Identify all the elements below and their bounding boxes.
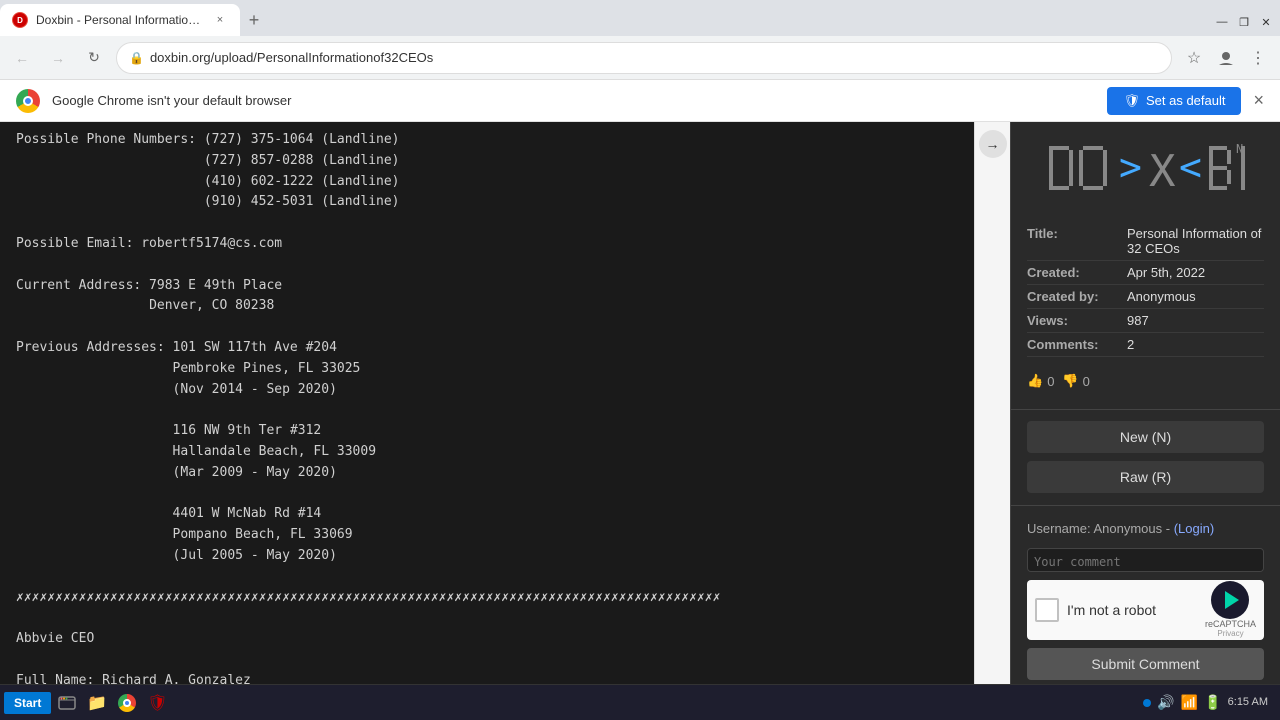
set-default-button[interactable]: 🛡 Set as default [1107,87,1241,115]
tray-time-value: 6:15 AM [1228,695,1268,709]
taskbar-antivirus-icon[interactable]: 🛡 [143,689,171,717]
account-icon[interactable] [1212,44,1240,72]
menu-icon[interactable]: ⋮ [1244,44,1272,72]
taskbar-explorer-icon[interactable] [53,689,81,717]
comments-row: Comments: 2 [1027,333,1264,357]
sidebar-user: Username: Anonymous - (Login) [1011,513,1280,544]
toolbar-icons: ☆ ⋮ [1180,44,1272,72]
taskbar-chrome-icon[interactable] [113,689,141,717]
thumbs-up-icon: 👍 [1027,373,1043,389]
tray-clock: 6:15 AM [1228,695,1268,709]
title-label: Title: [1027,226,1127,256]
tray-speaker-icon[interactable]: 🔊 [1157,694,1174,711]
refresh-button[interactable]: ↻ [80,44,108,72]
right-sidebar: > X < N [1010,122,1280,684]
tab-close-button[interactable]: × [212,12,228,28]
svg-text:<: < [1179,145,1202,189]
raw-button[interactable]: Raw (R) [1027,461,1264,493]
created-row: Created: Apr 5th, 2022 [1027,261,1264,285]
sidebar-info: Title: Personal Information of 32 CEOs C… [1011,214,1280,365]
new-tab-button[interactable]: + [240,6,268,34]
notification-text: Google Chrome isn't your default browser [52,93,1095,108]
created-label: Created: [1027,265,1127,280]
sidebar-toggle: → [974,122,1010,684]
forward-button[interactable]: → [44,44,72,72]
login-link[interactable]: (Login) [1174,521,1214,536]
recaptcha-widget: I'm not a robot reCAPTCHA Privacy [1027,580,1264,640]
bookmark-icon[interactable]: ☆ [1180,44,1208,72]
sidebar-stats: 👍 0 👎 0 [1011,365,1280,401]
taskbar-folder-icon[interactable]: 📁 [83,689,111,717]
window-controls: — ❐ ✕ [1212,12,1276,32]
main-content: Possible Phone Numbers: (727) 375-1064 (… [0,122,1280,684]
close-window-button[interactable]: ✕ [1256,12,1276,32]
like-count: 0 [1047,374,1054,389]
tab-favicon: D [12,12,28,28]
notification-bar: Google Chrome isn't your default browser… [0,80,1280,122]
doxbin-logo-area: > X < N [1011,122,1280,214]
created-by-row: Created by: Anonymous [1027,285,1264,309]
created-by-value: Anonymous [1127,289,1264,304]
url-bar[interactable]: 🔒 doxbin.org/upload/PersonalInformationo… [116,42,1172,74]
thumbs-down-icon: 👎 [1062,373,1078,389]
taskbar-tray: 🔊 📶 🔋 6:15 AM [1135,694,1276,711]
new-button[interactable]: New (N) [1027,421,1264,453]
title-value: Personal Information of 32 CEOs [1127,226,1264,256]
tray-network-icon[interactable]: 📶 [1181,694,1198,711]
recaptcha-checkbox[interactable] [1035,598,1059,622]
recaptcha-label: I'm not a robot [1067,602,1197,618]
like-button[interactable]: 👍 0 [1027,373,1054,389]
title-row: Title: Personal Information of 32 CEOs [1027,222,1264,261]
tray-battery-icon[interactable]: 🔋 [1204,694,1221,711]
comments-value: 2 [1127,337,1264,352]
created-by-label: Created by: [1027,289,1127,304]
tab-bar: D Doxbin - Personal Information of 32 C … [0,0,1280,36]
username-prefix: Username: Anonymous - [1027,521,1174,536]
back-button[interactable]: ← [8,44,36,72]
svg-text:X: X [1149,146,1176,197]
tab-title: Doxbin - Personal Information of 32 C [36,13,204,27]
views-value: 987 [1127,313,1264,328]
doxbin-logo: > X < N [1041,138,1251,198]
views-label: Views: [1027,313,1127,328]
lock-icon: 🔒 [129,51,144,65]
comment-input[interactable] [1027,548,1264,572]
comments-label: Comments: [1027,337,1127,352]
shield-icon: 🛡 [1123,93,1140,109]
content-area[interactable]: Possible Phone Numbers: (727) 375-1064 (… [0,122,974,684]
dislike-count: 0 [1083,374,1090,389]
tray-notification-dot [1143,699,1151,707]
svg-text:>: > [1119,145,1142,189]
sidebar-toggle-button[interactable]: → [979,130,1007,158]
active-tab[interactable]: D Doxbin - Personal Information of 32 C … [0,4,240,36]
taskbar: Start 📁 🛡 🔊 📶 🔋 6:15 AM [0,684,1280,720]
svg-text:N: N [1236,142,1243,156]
url-text: doxbin.org/upload/PersonalInformationof3… [150,50,1159,65]
anyrun-logo-icon [1211,581,1249,619]
created-value: Apr 5th, 2022 [1127,265,1264,280]
dislike-button[interactable]: 👎 0 [1062,373,1089,389]
chrome-logo [16,89,40,113]
address-bar: ← → ↻ 🔒 doxbin.org/upload/PersonalInform… [0,36,1280,80]
start-button[interactable]: Start [4,692,51,714]
minimize-button[interactable]: — [1212,12,1232,32]
notification-close-button[interactable]: × [1253,90,1264,111]
views-row: Views: 987 [1027,309,1264,333]
submit-comment-button[interactable]: Submit Comment [1027,648,1264,680]
maximize-button[interactable]: ❐ [1234,12,1254,32]
content-text: Possible Phone Numbers: (727) 375-1064 (… [16,130,958,684]
vote-row: 👍 0 👎 0 [1027,369,1264,393]
svg-text:D: D [17,16,23,25]
recaptcha-logo: reCAPTCHA Privacy [1205,581,1256,638]
